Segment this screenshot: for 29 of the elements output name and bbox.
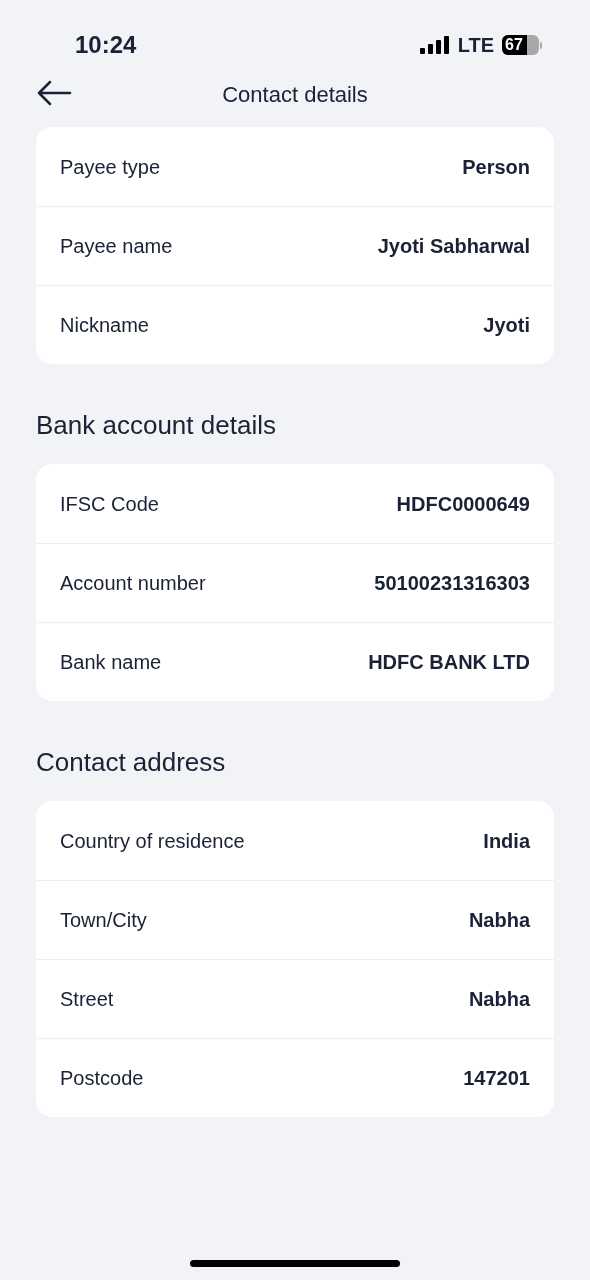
field-label: Account number — [60, 571, 206, 596]
field-value: India — [483, 828, 530, 854]
field-value: Nabha — [468, 908, 530, 933]
field-label: Nickname — [60, 313, 149, 338]
field-value: Person — [462, 154, 530, 180]
page-title: Contact details — [222, 80, 368, 109]
field-label: Street — [60, 987, 114, 1012]
status-time: 10:24 — [75, 30, 137, 60]
field-label: Payee type — [60, 154, 161, 180]
signal-icon — [419, 36, 450, 54]
field-label: Postcode — [60, 1066, 144, 1091]
field-value: HDFC BANK LTD — [368, 650, 530, 675]
battery-icon: 67 — [502, 35, 539, 55]
section-heading: Contact address — [36, 749, 227, 775]
field-value: 147201 — [463, 1066, 530, 1091]
back-button[interactable] — [36, 79, 72, 107]
field-value: Jyoti Sabharwal — [377, 234, 530, 259]
field-label: IFSC Code — [60, 491, 159, 517]
field-label: Bank name — [60, 650, 162, 675]
field-value: Jyoti — [483, 313, 530, 338]
back-arrow-icon — [36, 79, 72, 107]
network-label: LTE — [457, 33, 494, 58]
field-value: Nabha — [468, 987, 530, 1012]
field-value: 50100231316303 — [374, 571, 530, 596]
field-value: HDFC0000649 — [396, 491, 530, 517]
field-label: Payee name — [60, 234, 173, 259]
section-heading: Bank account details — [36, 412, 277, 438]
field-label: Country of residence — [60, 828, 245, 854]
field-label: Town/City — [60, 908, 147, 933]
